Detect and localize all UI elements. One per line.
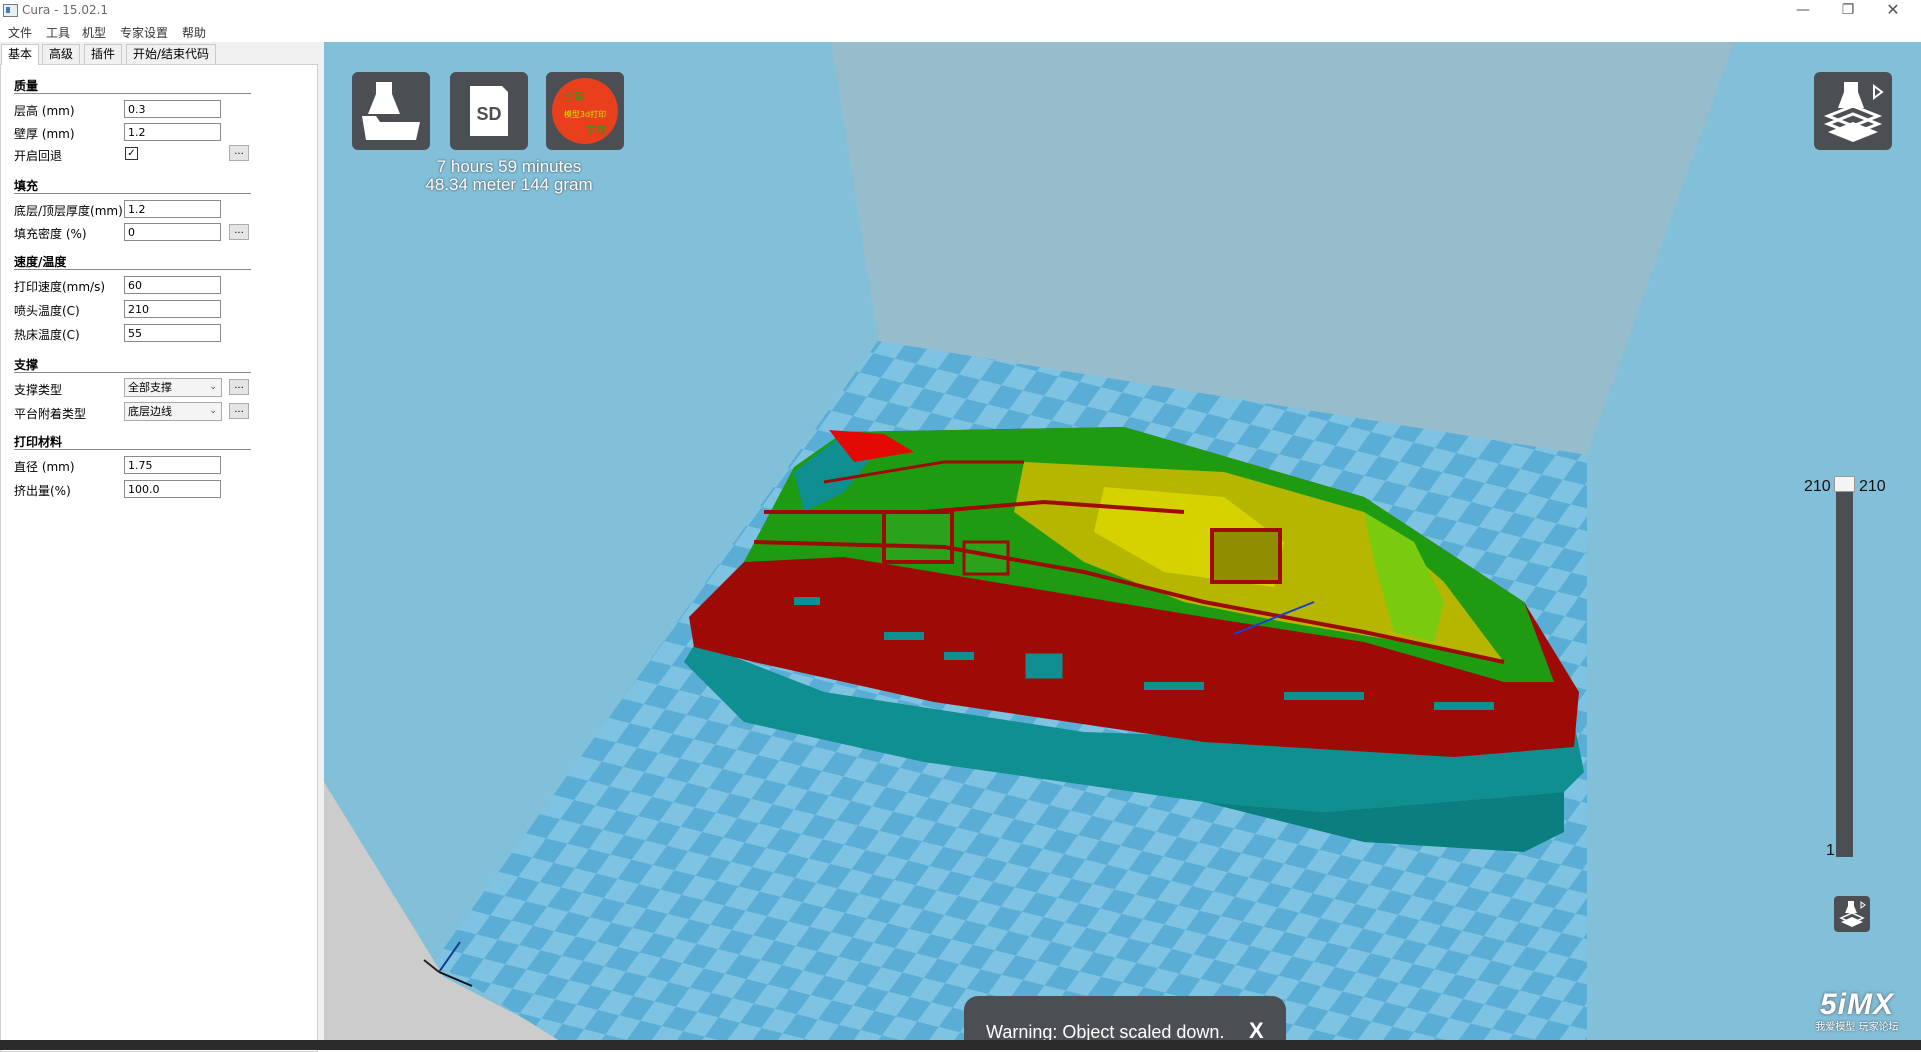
small-view-button[interactable]: [1834, 896, 1870, 932]
support-type-select[interactable]: 全部支撑 ⌄: [124, 378, 222, 397]
restore-button[interactable]: ❐: [1826, 0, 1870, 22]
settings-tabs: 基本 高级 插件 开始/结束代码: [0, 44, 324, 65]
tab-advanced[interactable]: 高级: [42, 44, 81, 64]
layer-slider-track[interactable]: [1836, 492, 1853, 857]
shell-thickness-label: 壁厚 (mm): [14, 127, 75, 141]
menu-bar: 文件 工具 机型 专家设置 帮助: [0, 22, 1921, 42]
sd-card-icon: SD: [470, 86, 508, 136]
section-support-title: 支撑: [14, 358, 39, 372]
bed-temp-input[interactable]: [124, 324, 221, 342]
minimize-button[interactable]: —: [1781, 0, 1825, 22]
view-icon: [1839, 901, 1866, 927]
fill-density-input[interactable]: [124, 223, 221, 241]
settings-panel: 基本 高级 插件 开始/结束代码 质量 层高 (mm) 壁厚 (mm) 开启回退…: [0, 42, 324, 1052]
print-material: 48.34 meter 144 gram: [425, 175, 593, 194]
fill-density-more-button[interactable]: ...: [229, 224, 249, 240]
share-logo-icon: 分享 模型3d打印 下载: [552, 78, 618, 144]
watermark-logo: 5iMX: [1819, 988, 1895, 1021]
section-divider: [14, 372, 251, 373]
close-button[interactable]: ✕: [1871, 0, 1915, 22]
section-divider: [14, 269, 251, 270]
watermark-subtitle: 我爱模型 玩家论坛: [1815, 1022, 1899, 1033]
chevron-down-icon: ⌄: [209, 382, 217, 392]
flow-label: 挤出量(%): [14, 484, 71, 498]
menu-help[interactable]: 帮助: [182, 24, 206, 41]
menu-machine[interactable]: 机型: [82, 24, 106, 41]
menu-tools[interactable]: 工具: [46, 24, 70, 41]
support-type-value: 全部支撑: [128, 381, 172, 394]
window-title: Cura - 15.02.1: [22, 3, 109, 17]
tab-basic[interactable]: 基本: [1, 44, 40, 65]
section-divider: [14, 93, 251, 94]
title-bar: Cura - 15.02.1 — ❐ ✕: [0, 0, 1921, 22]
shell-thickness-input[interactable]: [124, 123, 221, 141]
print-speed-input[interactable]: [124, 276, 221, 294]
menu-expert[interactable]: 专家设置: [120, 24, 168, 41]
share-sub-label: 模型3d打印: [564, 109, 606, 119]
sd-label: SD: [476, 104, 501, 124]
adhesion-type-label: 平台附着类型: [14, 407, 87, 421]
save-sd-button[interactable]: SD: [450, 72, 528, 150]
bottom-top-thickness-input[interactable]: [124, 200, 221, 218]
retraction-label: 开启回退: [14, 149, 63, 163]
adhesion-type-value: 底层边线: [128, 405, 172, 418]
layer-min-label: 1: [1826, 842, 1835, 859]
watermark: 5iMX 我爱模型 玩家论坛: [1802, 988, 1912, 1033]
load-folder-icon: [362, 82, 420, 140]
adhesion-type-more-button[interactable]: ...: [229, 403, 249, 419]
retraction-checkbox[interactable]: ✓: [125, 147, 138, 160]
diameter-input[interactable]: [124, 456, 221, 474]
menu-file[interactable]: 文件: [8, 24, 32, 41]
chevron-down-icon: ⌄: [209, 406, 217, 416]
share-label: 分享: [564, 90, 584, 103]
support-type-label: 支撑类型: [14, 383, 63, 397]
retraction-more-button[interactable]: ...: [229, 145, 249, 161]
layer-current-label: 210: [1859, 478, 1886, 495]
taskbar: [0, 1040, 1921, 1050]
section-fill-title: 填充: [14, 179, 39, 193]
view-mode-button[interactable]: [1814, 72, 1892, 150]
nozzle-temp-input[interactable]: [124, 300, 221, 318]
layer-slider-handle[interactable]: [1834, 476, 1855, 492]
layers-view-icon: [1823, 82, 1884, 142]
section-filament-title: 打印材料: [14, 435, 63, 449]
tab-plugins[interactable]: 插件: [84, 44, 123, 64]
section-speed-title: 速度/温度: [14, 255, 67, 269]
fill-density-label: 填充密度 (%): [14, 227, 87, 241]
app-icon: [3, 4, 18, 17]
layer-max-label: 210: [1804, 478, 1831, 495]
share-button[interactable]: 分享 模型3d打印 下载: [546, 72, 624, 150]
section-divider: [14, 449, 251, 450]
tab-start-end-gcode[interactable]: 开始/结束代码: [126, 44, 217, 64]
print-estimate: 7 hours 59 minutes 48.34 meter 144 gram: [384, 158, 634, 194]
section-quality-title: 质量: [14, 79, 39, 93]
layer-height-input[interactable]: [124, 100, 221, 118]
settings-form: 质量 层高 (mm) 壁厚 (mm) 开启回退 ✓ ... 填充 底层/顶层厚度…: [0, 64, 318, 1052]
bottom-top-thickness-label: 底层/顶层厚度(mm): [14, 204, 123, 218]
nozzle-temp-label: 喷头温度(C): [14, 304, 80, 318]
3d-viewport[interactable]: SD 分享 模型3d打印 下载 7 hours 59 minutes 48.34…: [324, 42, 1921, 1050]
adhesion-type-select[interactable]: 底层边线 ⌄: [124, 402, 222, 421]
support-type-more-button[interactable]: ...: [229, 379, 249, 395]
section-divider: [14, 193, 251, 194]
print-time: 7 hours 59 minutes: [436, 157, 582, 176]
share-download-label: 下载: [586, 125, 606, 137]
diameter-label: 直径 (mm): [14, 460, 75, 474]
bed-temp-label: 热床温度(C): [14, 328, 80, 342]
load-model-button[interactable]: [352, 72, 430, 150]
print-speed-label: 打印速度(mm/s): [14, 280, 106, 294]
layer-height-label: 层高 (mm): [14, 104, 75, 118]
flow-input[interactable]: [124, 480, 221, 498]
